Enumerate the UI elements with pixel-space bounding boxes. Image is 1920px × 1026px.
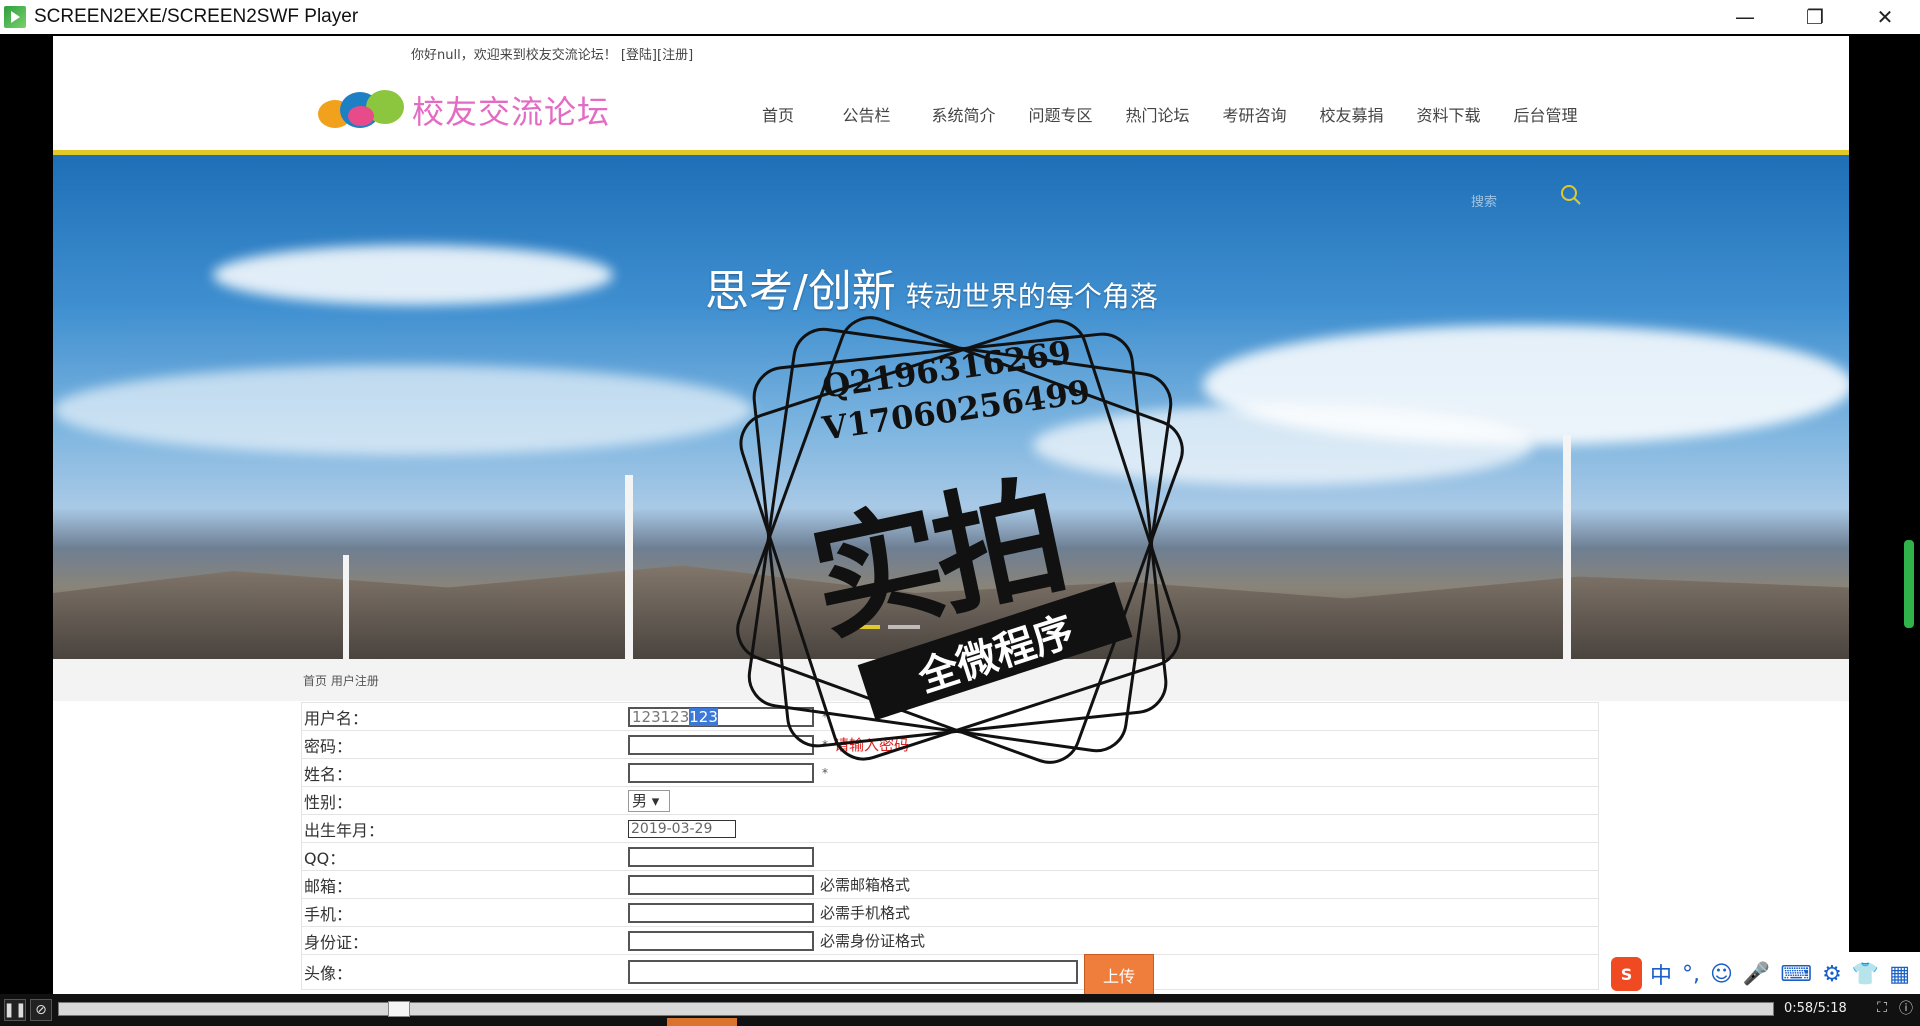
pause-button[interactable]: ❚❚ (3, 999, 27, 1021)
name-label: 姓名： (304, 764, 353, 784)
keyboard-icon[interactable]: ⌨ (1780, 962, 1812, 987)
form-row-username: 用户名： 123123123 * (301, 702, 1599, 731)
phone-label: 手机： (304, 904, 353, 924)
breadcrumb: 首页 用户注册 (303, 674, 379, 688)
skin-icon[interactable]: 👕 (1852, 962, 1879, 987)
main-nav: 首页 公告栏 系统简介 问题专区 热门论坛 考研咨询 校友募捐 资料下载 后台管… (738, 102, 1594, 126)
tools-icon[interactable]: ⚙ (1822, 962, 1842, 987)
nav-admin[interactable]: 后台管理 (1497, 102, 1594, 126)
ime-mode-icon[interactable]: 中 (1650, 958, 1672, 990)
grid-menu-icon[interactable]: ▦ (1889, 962, 1910, 987)
password-label: 密码： (304, 736, 353, 756)
info-icon[interactable]: ⓘ (1896, 998, 1916, 1018)
nav-grad-consult[interactable]: 考研咨询 (1206, 102, 1303, 126)
gender-label: 性别： (304, 792, 353, 812)
name-input[interactable] (628, 762, 814, 783)
form-row-avatar: 头像： 上传 (301, 954, 1599, 994)
password-input[interactable] (628, 734, 814, 755)
form-row-password: 密码： * 请输入密码 (301, 731, 1599, 759)
form-row-birth: 出生年月： 2019-03-29 (301, 815, 1599, 843)
minimize-button[interactable]: — (1710, 0, 1780, 34)
required-mark: * (822, 765, 828, 780)
taskbar-strip (667, 1018, 737, 1026)
app-icon (4, 6, 26, 28)
punctuation-icon[interactable]: °, (1682, 962, 1700, 987)
player-title-bar: SCREEN2EXE/SCREEN2SWF Player — ❐ ✕ (0, 0, 1920, 34)
wind-turbine (625, 475, 633, 659)
greeting-bar: 你好null，欢迎来到校友交流论坛！ [登陆][注册] (411, 44, 693, 63)
phone-input[interactable] (628, 902, 814, 923)
logo-icon (318, 86, 408, 134)
birth-date-input[interactable]: 2019-03-29 (628, 819, 736, 838)
side-scroll-indicator[interactable] (1904, 540, 1914, 628)
form-row-gender: 性别： 男 ▾ (301, 787, 1599, 815)
seek-thumb[interactable] (388, 1001, 410, 1017)
email-label: 邮箱： (304, 876, 353, 896)
idcard-label: 身份证： (304, 932, 369, 952)
restore-button[interactable]: ❐ (1780, 0, 1850, 34)
close-button[interactable]: ✕ (1850, 0, 1920, 34)
slogan-main: 思考/创新 (705, 266, 896, 317)
nav-notices[interactable]: 公告栏 (818, 102, 915, 126)
username-input[interactable]: 123123123 (628, 706, 814, 727)
sogou-logo-icon[interactable]: S (1611, 957, 1642, 991)
register-link[interactable]: [注册] (657, 48, 693, 63)
nav-downloads[interactable]: 资料下载 (1400, 102, 1497, 126)
greeting-text: 你好null，欢迎来到校友交流论坛！ (411, 48, 617, 63)
required-mark: * (822, 737, 828, 752)
email-hint: 必需邮箱格式 (820, 876, 911, 894)
banner-slogan: 思考/创新 转动世界的每个角落 (705, 255, 1158, 319)
window-title: SCREEN2EXE/SCREEN2SWF Player (34, 6, 359, 27)
microphone-icon[interactable]: 🎤 (1743, 962, 1770, 987)
logo-text: 校友交流论坛 (412, 93, 611, 131)
required-mark: * (822, 709, 828, 724)
nav-home[interactable]: 首页 (738, 102, 818, 126)
password-error: 请输入密码 (834, 736, 910, 754)
nav-hot-forum[interactable]: 热门论坛 (1109, 102, 1206, 126)
qq-label: QQ： (304, 848, 346, 868)
birth-label: 出生年月： (304, 820, 385, 840)
search-icon[interactable] (1559, 183, 1583, 207)
site-logo[interactable]: 校友交流论坛 (318, 86, 610, 134)
nav-donation[interactable]: 校友募捐 (1303, 102, 1400, 126)
fullscreen-icon[interactable]: ⛶ (1872, 998, 1892, 1018)
form-row-phone: 手机： 必需手机格式 (301, 899, 1599, 927)
register-form: 用户名： 123123123 * 密码： * 请输入密码 姓名： * 性别： 男… (301, 702, 1599, 994)
avatar-label: 头像： (304, 964, 353, 983)
time-display: 0:58/5:18 (1784, 1001, 1847, 1016)
upload-button[interactable]: 上传 (1084, 954, 1154, 994)
login-link[interactable]: [登陆] (621, 48, 657, 63)
username-label: 用户名： (304, 708, 369, 728)
wind-turbine (1563, 435, 1571, 659)
nav-questions[interactable]: 问题专区 (1012, 102, 1109, 126)
seek-bar[interactable] (58, 1002, 1774, 1016)
wind-turbine (343, 555, 349, 659)
avatar-file-input[interactable] (628, 960, 1078, 984)
emoji-icon[interactable]: ☺ (1710, 962, 1733, 987)
phone-hint: 必需手机格式 (820, 904, 911, 922)
email-input[interactable] (628, 874, 814, 895)
form-row-name: 姓名： * (301, 759, 1599, 787)
qq-input[interactable] (628, 846, 814, 867)
gender-select[interactable]: 男 ▾ (628, 789, 670, 812)
banner-search-input[interactable]: 搜索 (1471, 191, 1497, 210)
ime-toolbar: S 中 °, ☺ 🎤 ⌨ ⚙ 👕 ▦ (1607, 952, 1920, 996)
nav-about[interactable]: 系统简介 (915, 102, 1012, 126)
form-row-qq: QQ： (301, 843, 1599, 871)
slogan-sub: 转动世界的每个角落 (905, 280, 1158, 313)
form-row-email: 邮箱： 必需邮箱格式 (301, 871, 1599, 899)
settings-icon[interactable]: ⊘ (30, 999, 52, 1021)
